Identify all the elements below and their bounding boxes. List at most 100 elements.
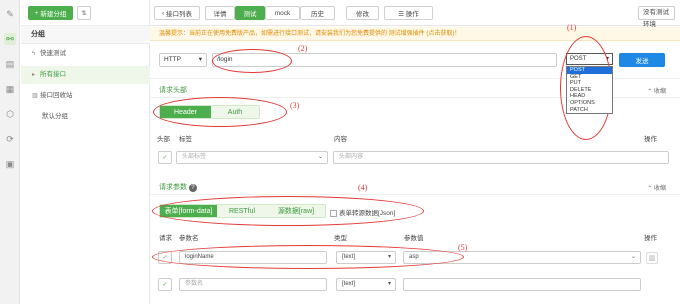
col-content: 内容 <box>334 136 347 143</box>
param-name-placeholder: 参数名 <box>185 281 204 287</box>
back-to-list-button[interactable]: ‹ 接口列表 <box>154 6 200 20</box>
params-title: 请求参数 ? <box>159 182 197 192</box>
header-content-input[interactable]: 头部内容 <box>333 151 669 164</box>
params-section-head: 请求参数 ? ⌃ 收缩 <box>150 179 680 195</box>
param-name-input[interactable]: 参数名 <box>179 278 327 291</box>
plus-icon: + <box>34 9 39 17</box>
tab-history[interactable]: 历史 <box>300 6 335 20</box>
sidebar-item-label: 默认分组 <box>42 113 68 120</box>
collapse-label: 收缩 <box>653 89 666 95</box>
tab-detail[interactable]: 详情 <box>205 6 235 20</box>
annotation-ring-2 <box>212 49 292 73</box>
sidebar-item-quick-test[interactable]: ϟ 快速测试 <box>21 45 150 63</box>
method-option[interactable]: PATCH <box>567 107 612 114</box>
annotation-4: (4) <box>358 183 368 192</box>
header-row: ✓ 头部标签 ⌄ 头部内容 <box>150 149 680 167</box>
lightning-icon: ϟ <box>32 51 36 57</box>
app-root: ✎ ⚯ ▤ ▦ ⬡ ⟳ ▣ + 新建分组 ⇅ 分组 ϟ 快速测试 ▸ 所有接口 ▥ 接… <box>0 0 680 304</box>
params-collapse[interactable]: ⌃ 收缩 <box>647 183 666 192</box>
sidebar-item-label: 所有接口 <box>40 71 66 78</box>
calendar-icon[interactable]: ▦ <box>4 83 16 95</box>
tab-test[interactable]: 测试 <box>235 6 265 20</box>
header-label-placeholder: 头部标签 <box>182 154 207 160</box>
annotation-2: (2) <box>298 44 308 53</box>
col-type: 类型 <box>334 235 347 242</box>
folder-icon: ▸ <box>32 72 36 78</box>
collapse-label: 收缩 <box>653 186 666 192</box>
layers-icon[interactable]: ▤ <box>4 58 16 70</box>
chevron-up-icon: ⌃ <box>647 89 653 95</box>
protocol-select[interactable]: HTTP ▾ <box>159 53 207 67</box>
edit-button[interactable]: 修改 <box>346 6 379 20</box>
sidebar-title: 分组 <box>21 26 150 44</box>
headers-table-head: 头部 标签 内容 操作 <box>150 131 680 143</box>
header-label-input[interactable]: 头部标签 ⌄ <box>176 151 328 164</box>
param-value-input[interactable] <box>403 278 641 291</box>
annotation-5: (5) <box>458 243 468 252</box>
col-op: 操作 <box>644 235 657 242</box>
sidebar-item-label: 快速测试 <box>40 50 66 57</box>
header-row-checkbox[interactable]: ✓ <box>158 151 172 164</box>
sidebar-item-label: 接口回收站 <box>40 92 73 99</box>
new-group-button[interactable]: + 新建分组 <box>28 6 73 20</box>
icon-rail: ✎ ⚯ ▤ ▦ ⬡ ⟳ ▣ <box>0 0 20 304</box>
new-group-label: 新建分组 <box>40 11 67 18</box>
param-row: ✓ 参数名 [text] ▾ <box>150 276 680 294</box>
col-header: 头部 <box>157 136 170 143</box>
col-required: 请求 <box>159 235 172 242</box>
annotation-ring-4 <box>152 196 424 226</box>
param-type-select[interactable]: [text] ▾ <box>336 278 396 291</box>
method-dropdown-list: POST GET PUT DELETE HEAD OPTIONS PATCH <box>566 66 613 115</box>
method-option[interactable]: PUT <box>567 80 612 87</box>
annotation-ring-5 <box>152 245 464 269</box>
chevron-left-icon: ‹ <box>162 9 165 17</box>
trash-icon: ▥ <box>32 93 38 99</box>
env-select[interactable]: 没有测试环境 <box>638 6 675 28</box>
headers-collapse[interactable]: ⌃ 收缩 <box>647 86 666 95</box>
caret-down-icon: ▾ <box>387 281 391 287</box>
chevron-down-icon: ⌄ <box>630 254 636 260</box>
trash-icon[interactable]: ▥ <box>646 252 658 264</box>
method-option[interactable]: DELETE <box>567 87 612 94</box>
annotation-3: (3) <box>290 101 300 110</box>
params-title-text: 请求参数 <box>159 184 187 191</box>
sidebar-item-default-group[interactable]: 默认分组 <box>21 108 150 126</box>
params-table-head: 请求 参数名 类型 参数值 操作 <box>150 230 680 242</box>
annotation-ring-3 <box>153 97 287 127</box>
api-toolbar: ‹ 接口列表 详情 测试 mock 历史 修改 ☰ 操作 没有测试环境 <box>150 0 680 28</box>
sidebar-item-recycle-bin[interactable]: ▥ 接口回收站 <box>21 87 150 105</box>
param-type-value: [text] <box>342 281 356 287</box>
operations-button[interactable]: ☰ 操作 <box>384 6 433 20</box>
plugin-notice[interactable]: 温馨提示：当前正在使用免费版产品，如需进行接口测试，请安装我们为您免费提供的 测… <box>150 27 680 41</box>
headers-title: 请求头部 <box>159 87 187 94</box>
back-label: 接口列表 <box>165 11 192 18</box>
sort-icon: ⇅ <box>81 10 87 17</box>
code-icon[interactable]: ✎ <box>4 8 16 20</box>
tab-mock[interactable]: mock <box>265 6 300 20</box>
group-sidebar: + 新建分组 ⇅ 分组 ϟ 快速测试 ▸ 所有接口 ▥ 接口回收站 默认分组 <box>21 0 150 304</box>
col-op: 操作 <box>644 136 657 143</box>
box-icon[interactable]: ⬡ <box>4 108 16 120</box>
sort-button[interactable]: ⇅ <box>77 6 91 20</box>
annotation-1: (1) <box>567 23 577 32</box>
method-option[interactable]: HEAD <box>567 93 612 100</box>
col-value: 参数值 <box>404 235 424 242</box>
sidebar-toolbar: + 新建分组 ⇅ <box>21 0 150 26</box>
method-option[interactable]: OPTIONS <box>567 100 612 107</box>
param-row-checkbox[interactable]: ✓ <box>158 278 172 291</box>
chevron-down-icon: ⌄ <box>317 154 323 160</box>
header-content-placeholder: 头部内容 <box>339 154 364 160</box>
chart-icon[interactable]: ▣ <box>4 158 16 170</box>
sidebar-item-all-apis[interactable]: ▸ 所有接口 <box>21 66 150 84</box>
col-param-name: 参数名 <box>179 235 199 242</box>
chevron-up-icon: ⌃ <box>647 186 653 192</box>
help-icon[interactable]: ? <box>188 184 197 192</box>
env-select-value: 没有测试环境 <box>643 9 669 28</box>
link-icon[interactable]: ⚯ <box>4 33 16 45</box>
send-button[interactable]: 发送 <box>619 53 665 67</box>
method-option[interactable]: GET <box>567 74 612 81</box>
share-icon[interactable]: ⟳ <box>4 133 16 145</box>
method-option[interactable]: POST <box>567 67 612 74</box>
caret-down-icon: ▾ <box>198 56 202 63</box>
col-label: 标签 <box>179 136 192 143</box>
